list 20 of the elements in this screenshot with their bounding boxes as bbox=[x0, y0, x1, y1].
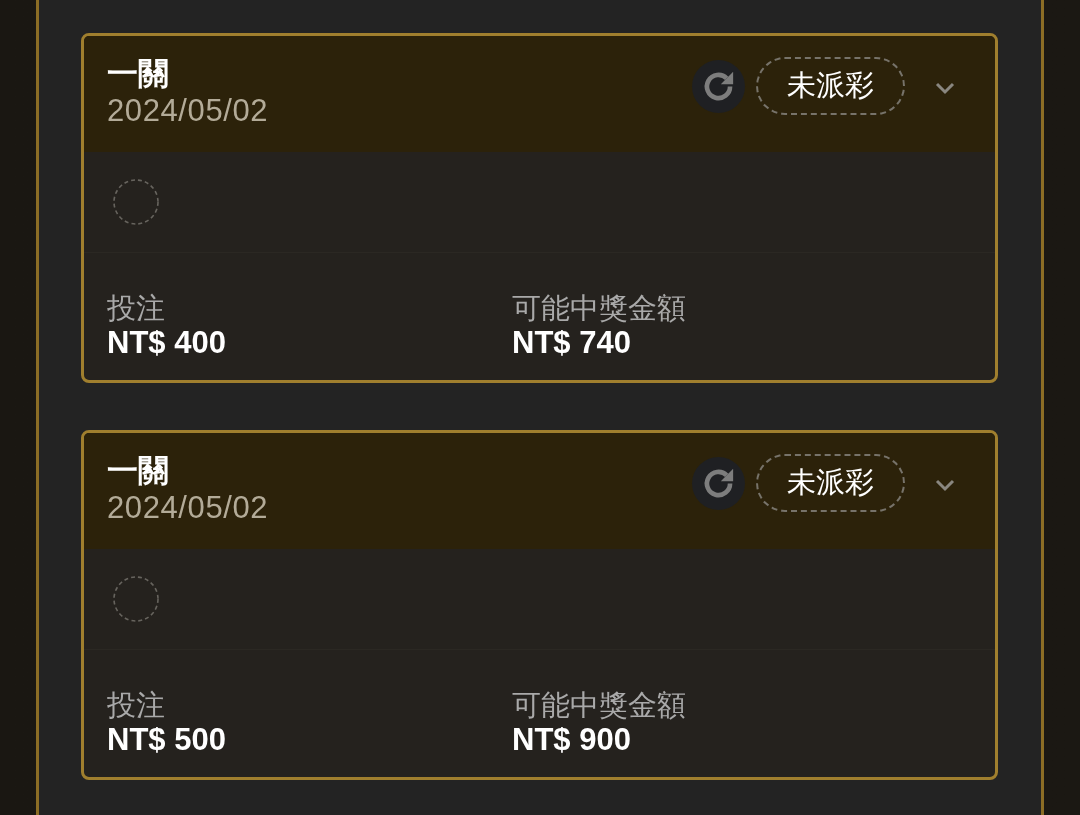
refresh-button[interactable] bbox=[692, 59, 745, 113]
dashed-circle-icon bbox=[113, 179, 159, 225]
bet-title: 一關 bbox=[107, 453, 170, 489]
payout-amount: NT$ 900 bbox=[512, 722, 632, 757]
payout-label: 可能中獎金額 bbox=[512, 291, 687, 325]
refresh-button[interactable] bbox=[692, 456, 745, 510]
payout-label: 可能中獎金額 bbox=[512, 688, 687, 722]
stake-label: 投注 bbox=[107, 291, 166, 325]
payout-amount: NT$ 740 bbox=[512, 325, 632, 360]
chevron-down-icon[interactable] bbox=[935, 478, 955, 492]
status-badge: 未派彩 bbox=[756, 454, 905, 512]
bet-date: 2024/05/02 bbox=[107, 489, 269, 527]
bet-date: 2024/05/02 bbox=[107, 92, 269, 130]
stake-amount: NT$ 400 bbox=[107, 325, 227, 360]
bet-title: 一關 bbox=[107, 56, 170, 92]
dashed-circle-icon bbox=[113, 576, 159, 622]
chevron-down-icon[interactable] bbox=[935, 81, 955, 95]
stake-amount: NT$ 500 bbox=[107, 722, 227, 757]
stake-label: 投注 bbox=[107, 688, 166, 722]
status-badge: 未派彩 bbox=[756, 57, 905, 115]
